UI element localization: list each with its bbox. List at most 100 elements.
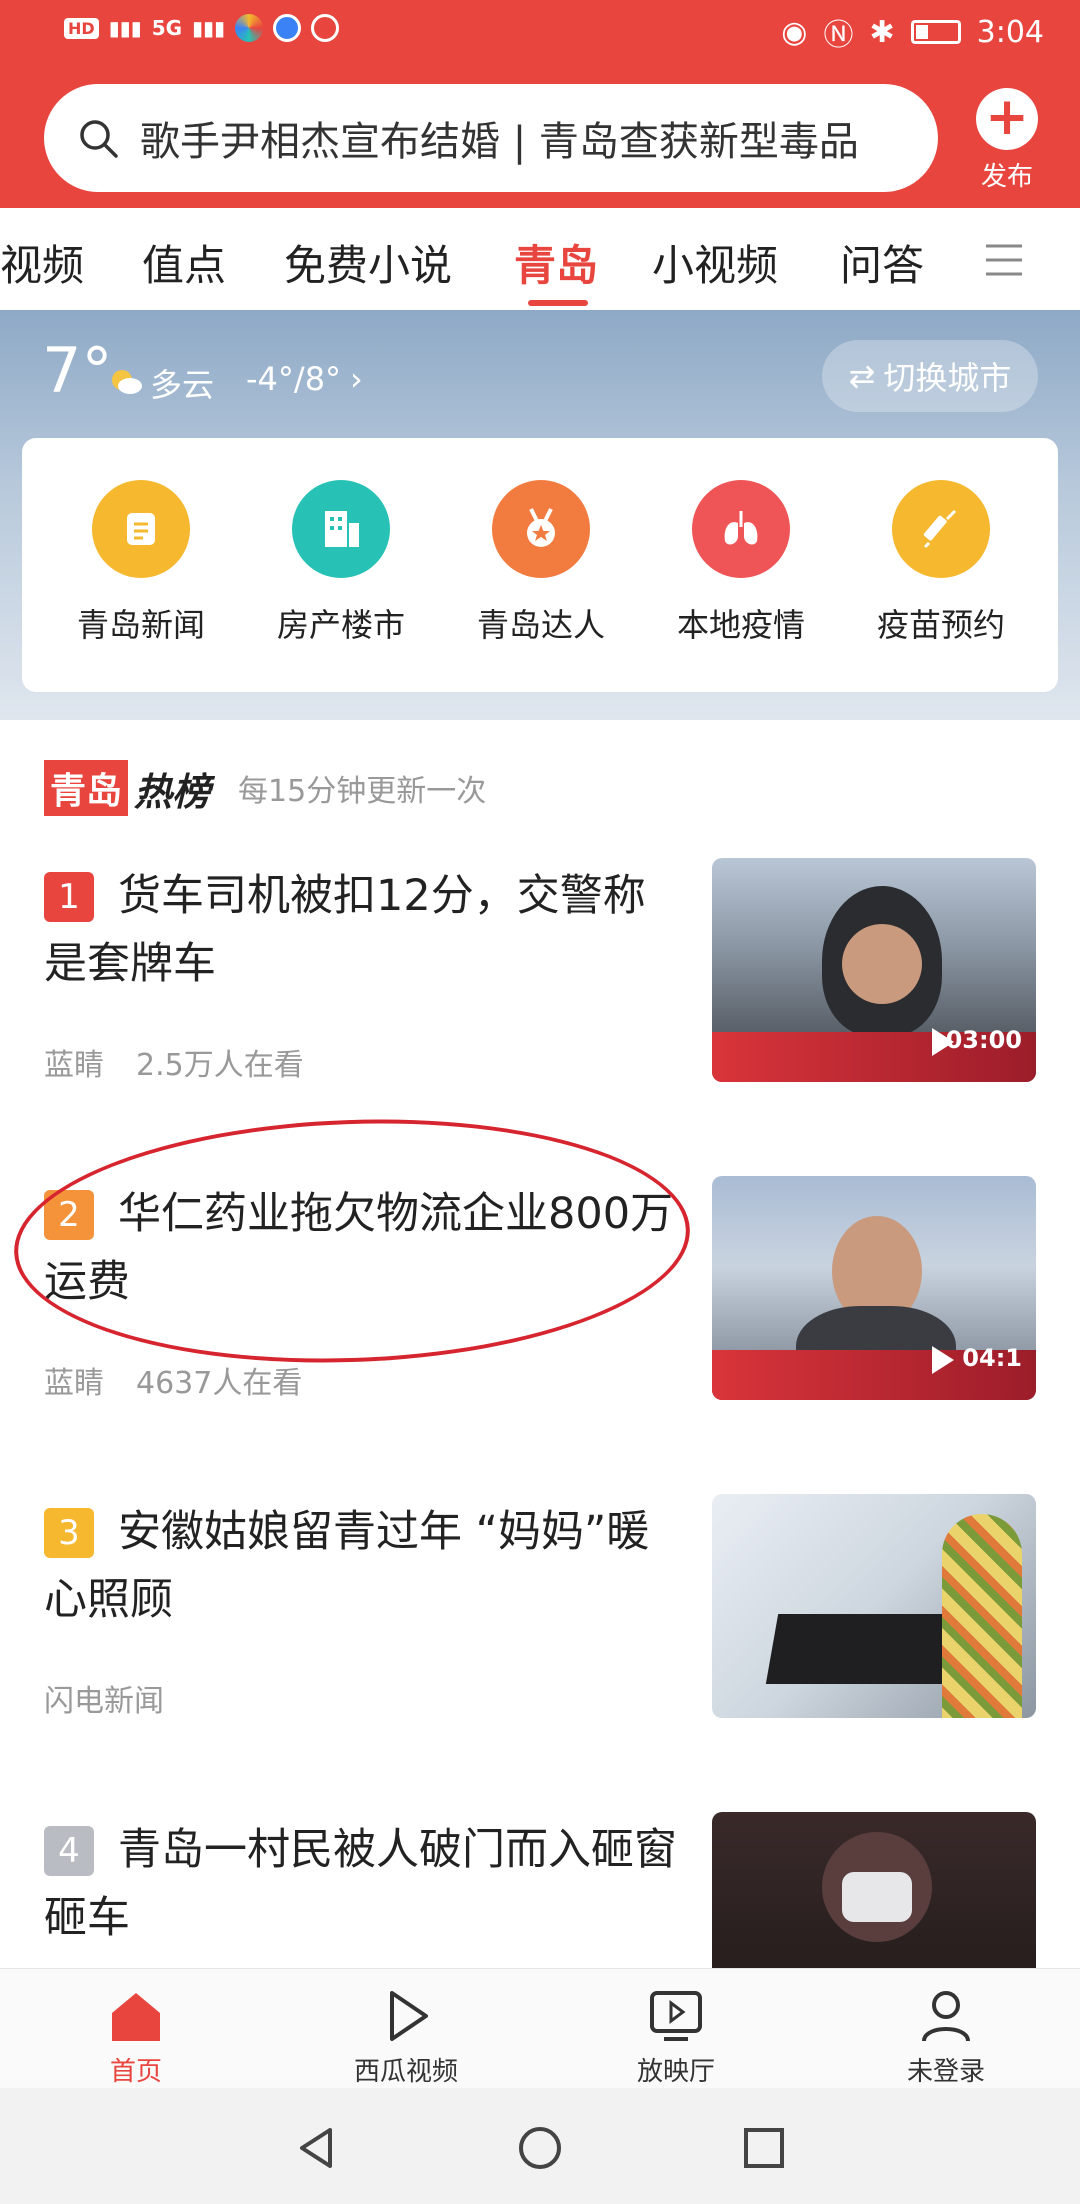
thumbnail-piano	[765, 1614, 959, 1684]
shortcut-real-estate[interactable]: 房产楼市	[266, 480, 416, 646]
news-title: 货车司机被扣12分，交警称是套牌车	[44, 871, 646, 989]
shortcut-local-epidemic[interactable]: 本地疫情	[666, 480, 816, 646]
building-icon	[292, 480, 390, 578]
weather-range[interactable]: -4°/8°	[246, 360, 341, 398]
user-icon	[922, 1991, 970, 2042]
plus-icon: +	[976, 88, 1038, 150]
news-views: 2.5万人在看	[136, 1048, 304, 1083]
news-meta: 蓝睛 4637人在看	[44, 1358, 334, 1402]
signal-icon-2: ▮▮▮	[192, 16, 226, 40]
nav-label: 未登录	[906, 2057, 985, 2087]
nav-not-logged-in[interactable]: 未登录	[846, 1987, 1046, 2088]
video-thumbnail[interactable]: 03:00	[712, 858, 1036, 1082]
nav-label: 首页	[109, 2057, 162, 2087]
news-source: 闪电新闻	[44, 1684, 164, 1719]
nav-xigua-video[interactable]: 西瓜视频	[306, 1987, 506, 2088]
bluetooth-icon: ✱	[869, 14, 895, 50]
news-item[interactable]: 1 货车司机被扣12分，交警称是套牌车 蓝睛 2.5万人在看 03:00	[0, 848, 1080, 1164]
app-icon-3	[311, 14, 340, 42]
tab-zhidian[interactable]: 值点	[142, 232, 226, 293]
thumbnail-person	[942, 1514, 1022, 1718]
hd-badge: HD	[64, 17, 99, 39]
news-views: 4637人在看	[136, 1366, 303, 1401]
active-tab-indicator	[528, 300, 588, 306]
home-circle-icon[interactable]	[516, 2124, 564, 2172]
search-bar[interactable]: 歌手尹相杰宣布结婚 | 青岛查获新型毒品	[44, 84, 938, 192]
nav-label: 西瓜视频	[353, 2057, 458, 2087]
screen: { "status_bar": { "left_icons": ["HD", "…	[0, 0, 1080, 2204]
recents-icon[interactable]	[740, 2124, 788, 2172]
news-thumbnail[interactable]	[712, 1494, 1036, 1718]
switch-city-button[interactable]: ⇄ 切换城市	[822, 340, 1038, 412]
shortcut-label: 本地疫情	[676, 606, 805, 644]
news-title: 安徽姑娘留青过年 “妈妈”暖心照顾	[44, 1507, 650, 1625]
nav-label: 放映厅	[636, 2057, 715, 2087]
signal-icon: ▮▮▮	[108, 16, 142, 40]
clock: 3:04	[976, 14, 1044, 50]
nav-home[interactable]: 首页	[36, 1987, 236, 2088]
tab-qingdao[interactable]: 青岛	[514, 232, 598, 293]
hot-list-city-badge: 青岛	[44, 760, 129, 816]
publish-button[interactable]: + 发布	[972, 88, 1042, 193]
video-thumbnail[interactable]: 04:1	[712, 1176, 1036, 1400]
weather-condition: 多云	[150, 366, 215, 404]
tab-video[interactable]: 视频	[0, 232, 84, 293]
medal-icon	[492, 480, 590, 578]
shortcut-panel: 青岛新闻 房产楼市 青岛达人 本地疫情 疫苗预约	[22, 438, 1058, 692]
news-source: 蓝睛	[44, 1048, 104, 1083]
shortcut-qingdao-talent[interactable]: 青岛达人	[466, 480, 616, 646]
home-icon	[112, 1993, 160, 2041]
news-meta: 闪电新闻	[44, 1676, 196, 1720]
status-left: HD ▮▮▮ 5G ▮▮▮	[64, 14, 340, 42]
lungs-icon	[692, 480, 790, 578]
shortcut-label: 青岛新闻	[76, 606, 205, 644]
screen-play-icon	[650, 1991, 702, 2041]
news-title: 青岛一村民被人破门而入砸窗砸车	[44, 1825, 677, 1943]
eye-icon: ◉	[781, 14, 808, 50]
nav-cinema[interactable]: 放映厅	[576, 1987, 776, 2088]
thumbnail-mask	[842, 1872, 912, 1922]
thumbnail-face	[842, 924, 922, 1004]
video-duration: 03:00	[945, 1026, 1022, 1054]
play-icon	[390, 1991, 428, 2041]
channel-tabs: 视频 值点 免费小说 青岛 小视频 问答	[0, 208, 1080, 310]
switch-city-label: 切换城市	[883, 359, 1012, 397]
nfc-icon: Ⓝ	[823, 18, 854, 53]
tab-qa[interactable]: 问答	[840, 232, 924, 293]
cloudy-icon	[112, 370, 142, 394]
search-suggestion: 歌手尹相杰宣布结婚 | 青岛查获新型毒品	[140, 119, 859, 165]
battery-icon	[910, 20, 961, 44]
bottom-nav: 首页 西瓜视频 放映厅 未登录	[0, 1968, 1080, 2088]
app-icon-2	[273, 14, 302, 42]
swap-icon: ⇄	[848, 357, 876, 395]
news-icon	[92, 480, 190, 578]
shortcut-qingdao-news[interactable]: 青岛新闻	[66, 480, 216, 646]
chevron-right-icon: ›	[350, 360, 363, 398]
shortcut-label: 疫苗预约	[876, 606, 1005, 644]
play-icon	[932, 1346, 954, 1374]
menu-icon[interactable]	[984, 240, 1024, 280]
system-nav-bar	[0, 2088, 1080, 2204]
hot-list-subtitle: 每15分钟更新一次	[238, 774, 487, 809]
tab-short-video[interactable]: 小视频	[652, 232, 778, 293]
news-source: 蓝睛	[44, 1366, 104, 1401]
header-bar: HD ▮▮▮ 5G ▮▮▮ ◉ Ⓝ ✱ 3:04 歌手尹相杰宣布结婚 | 青岛查…	[0, 0, 1080, 208]
video-duration: 04:1	[962, 1344, 1022, 1372]
status-bar: HD ▮▮▮ 5G ▮▮▮ ◉ Ⓝ ✱ 3:04	[0, 0, 1080, 66]
app-icon	[235, 14, 264, 42]
shortcut-label: 青岛达人	[476, 606, 605, 644]
hot-list-title: 热榜	[134, 769, 211, 814]
search-icon	[80, 120, 118, 158]
back-icon[interactable]	[292, 2124, 340, 2172]
shortcut-label: 房产楼市	[276, 606, 405, 644]
network-badge: 5G	[151, 16, 183, 40]
hot-list-header: 青岛 热榜 每15分钟更新一次	[44, 760, 487, 816]
status-right: ◉ Ⓝ ✱ 3:04	[781, 10, 1044, 54]
syringe-icon	[892, 480, 990, 578]
shortcut-vaccine[interactable]: 疫苗预约	[866, 480, 1016, 646]
tab-free-novel[interactable]: 免费小说	[284, 232, 452, 293]
publish-label: 发布	[980, 162, 1033, 192]
news-item[interactable]: 3 安徽姑娘留青过年 “妈妈”暖心照顾 闪电新闻	[0, 1484, 1080, 1800]
temperature: 7°	[42, 334, 113, 407]
news-meta: 蓝睛 2.5万人在看	[44, 1040, 336, 1084]
